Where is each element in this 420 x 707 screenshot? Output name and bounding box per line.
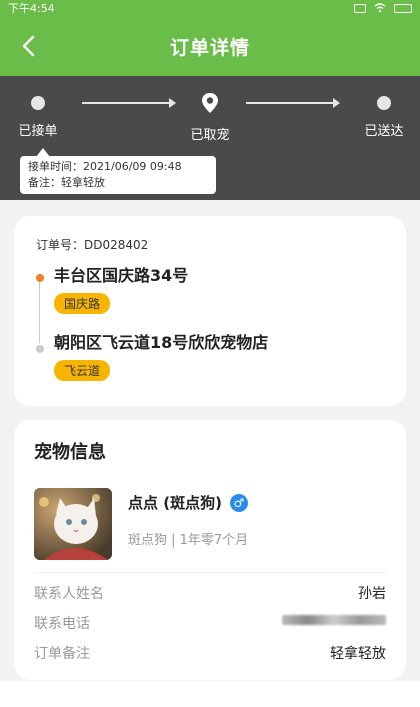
pet-breed-age: 斑点狗 | 1年零7个月 <box>128 533 249 548</box>
notification-icon <box>354 3 366 13</box>
section-title: 宠物信息 <box>34 442 106 463</box>
order-note-row: 订单备注 轻拿轻放 <box>34 645 386 663</box>
route-line <box>39 279 40 343</box>
step-picked-up: 已取宠 <box>170 92 250 143</box>
field-label: 联系电话 <box>34 616 90 632</box>
phone-number-redacted <box>282 615 386 625</box>
step-label: 已送达 <box>364 124 404 139</box>
back-button[interactable] <box>8 16 48 76</box>
tooltip-note: 备注：轻拿轻放 <box>28 176 105 189</box>
origin-tag: 国庆路 <box>54 293 111 314</box>
pet-details: 点点 (斑点狗) ♂ 斑点狗 | 1年零7个月 <box>128 488 248 560</box>
field-label: 订单备注 <box>34 646 90 662</box>
divider <box>34 572 386 573</box>
destination-address: 朝阳区飞云道18号欣欣宠物店 <box>54 333 269 352</box>
tooltip-time: 接单时间：2021/06/09 09:48 <box>28 160 182 173</box>
order-number: 订单号：DD028402 <box>36 238 149 252</box>
bottom-area <box>0 681 420 707</box>
order-route-card: 订单号：DD028402 丰台区国庆路34号 国庆路 朝阳区飞云道18号欣欣宠物… <box>14 216 406 406</box>
nav-bar: 订单详情 <box>0 16 420 76</box>
step-arrow <box>246 98 340 108</box>
contact-phone-row: 联系电话 <box>34 615 386 633</box>
male-icon: ♂ <box>229 493 248 512</box>
origin-dot <box>36 274 44 282</box>
status-time: 下午4:54 <box>8 2 55 15</box>
destination: 朝阳区飞云道18号欣欣宠物店 飞云道 <box>54 332 384 381</box>
pet-summary: 点点 (斑点狗) ♂ 斑点狗 | 1年零7个月 <box>34 488 386 560</box>
route: 丰台区国庆路34号 国庆路 朝阳区飞云道18号欣欣宠物店 飞云道 <box>36 265 384 381</box>
pet-photo <box>34 488 112 560</box>
battery-icon <box>394 3 412 13</box>
step-label: 已接单 <box>18 124 58 139</box>
step-label: 已取宠 <box>190 128 230 143</box>
step-dot <box>31 96 45 110</box>
pet-name: 点点 (斑点狗) <box>128 494 222 512</box>
step-arrow <box>82 98 176 108</box>
contact-name-row: 联系人姓名 孙岩 <box>34 585 386 603</box>
field-label: 联系人姓名 <box>34 586 104 602</box>
chevron-left-icon <box>22 35 35 57</box>
order-progress: 已接单 已取宠 已送达 接单时间：2021/06/09 09:48 备注：轻拿轻… <box>0 76 420 200</box>
step-dot <box>377 96 391 110</box>
origin: 丰台区国庆路34号 国庆路 <box>54 265 384 314</box>
wifi-icon <box>374 3 386 13</box>
pet-name-row: 点点 (斑点狗) ♂ <box>128 492 248 513</box>
field-value: 轻拿轻放 <box>330 646 386 662</box>
destination-dot <box>36 345 44 353</box>
field-value: 孙岩 <box>358 586 386 602</box>
destination-tag: 飞云道 <box>54 360 111 381</box>
step-tooltip: 接单时间：2021/06/09 09:48 备注：轻拿轻放 <box>20 148 216 194</box>
origin-address: 丰台区国庆路34号 <box>54 266 189 285</box>
status-icons <box>354 3 412 13</box>
status-bar: 下午4:54 <box>0 0 420 16</box>
step-delivered: 已送达 <box>344 92 420 139</box>
location-pin-icon <box>202 93 218 113</box>
pet-info-card: 宠物信息 点点 (斑点狗) ♂ 斑点狗 | 1年零7个月 联系人姓名 孙岩 联系… <box>14 420 406 680</box>
step-accepted: 已接单 <box>0 92 78 139</box>
page-title: 订单详情 <box>169 36 250 59</box>
